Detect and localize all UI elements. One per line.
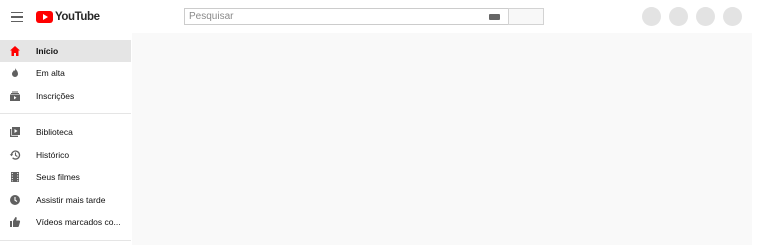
sidebar-item-label: Seus filmes (36, 172, 80, 182)
thumbs-up-icon (9, 216, 21, 228)
flame-icon (9, 67, 21, 79)
account-avatar[interactable] (723, 7, 742, 26)
main-content (132, 33, 752, 245)
play-logo-icon (36, 11, 53, 23)
keyboard-icon[interactable] (489, 14, 500, 20)
sidebar-item-home[interactable]: Início (0, 40, 131, 62)
search-box (184, 8, 508, 25)
logo-text: YouTube (55, 11, 100, 23)
sidebar-item-subscriptions[interactable]: Inscrições (0, 85, 131, 107)
sidebar-item-label: Em alta (36, 68, 65, 78)
history-icon (9, 149, 21, 161)
sidebar-item-label: Início (36, 46, 59, 56)
film-icon (9, 171, 21, 183)
sidebar-item-watch-later[interactable]: Assistir mais tarde (0, 189, 131, 211)
search-input[interactable] (185, 11, 475, 22)
home-icon (9, 45, 21, 57)
sidebar-item-history[interactable]: Histórico (0, 144, 131, 166)
library-icon (9, 126, 21, 138)
youtube-logo[interactable]: YouTube (36, 10, 100, 24)
notifications-icon[interactable] (696, 7, 715, 26)
sidebar-item-label: Assistir mais tarde (36, 195, 106, 205)
create-video-icon[interactable] (642, 7, 661, 26)
apps-icon[interactable] (669, 7, 688, 26)
scrollbar[interactable] (752, 33, 768, 245)
subscriptions-icon (9, 90, 21, 102)
clock-icon (9, 194, 21, 206)
sidebar-divider (0, 240, 131, 241)
top-bar: YouTube (0, 0, 768, 33)
sidebar-item-label: Vídeos marcados co... (36, 217, 121, 227)
sidebar-item-label: Inscrições (36, 91, 75, 101)
menu-icon[interactable] (8, 8, 26, 26)
sidebar-item-label: Histórico (36, 150, 70, 160)
sidebar-item-your-movies[interactable]: Seus filmes (0, 166, 131, 188)
sidebar-divider (0, 113, 131, 114)
sidebar-item-liked-videos[interactable]: Vídeos marcados co... (0, 211, 131, 233)
sidebar-item-library[interactable]: Biblioteca (0, 121, 131, 143)
sidebar: Início Em alta Inscrições Biblioteca His… (0, 33, 132, 245)
sidebar-item-trending[interactable]: Em alta (0, 62, 131, 84)
search-button[interactable] (508, 8, 544, 25)
sidebar-item-label: Biblioteca (36, 127, 73, 137)
